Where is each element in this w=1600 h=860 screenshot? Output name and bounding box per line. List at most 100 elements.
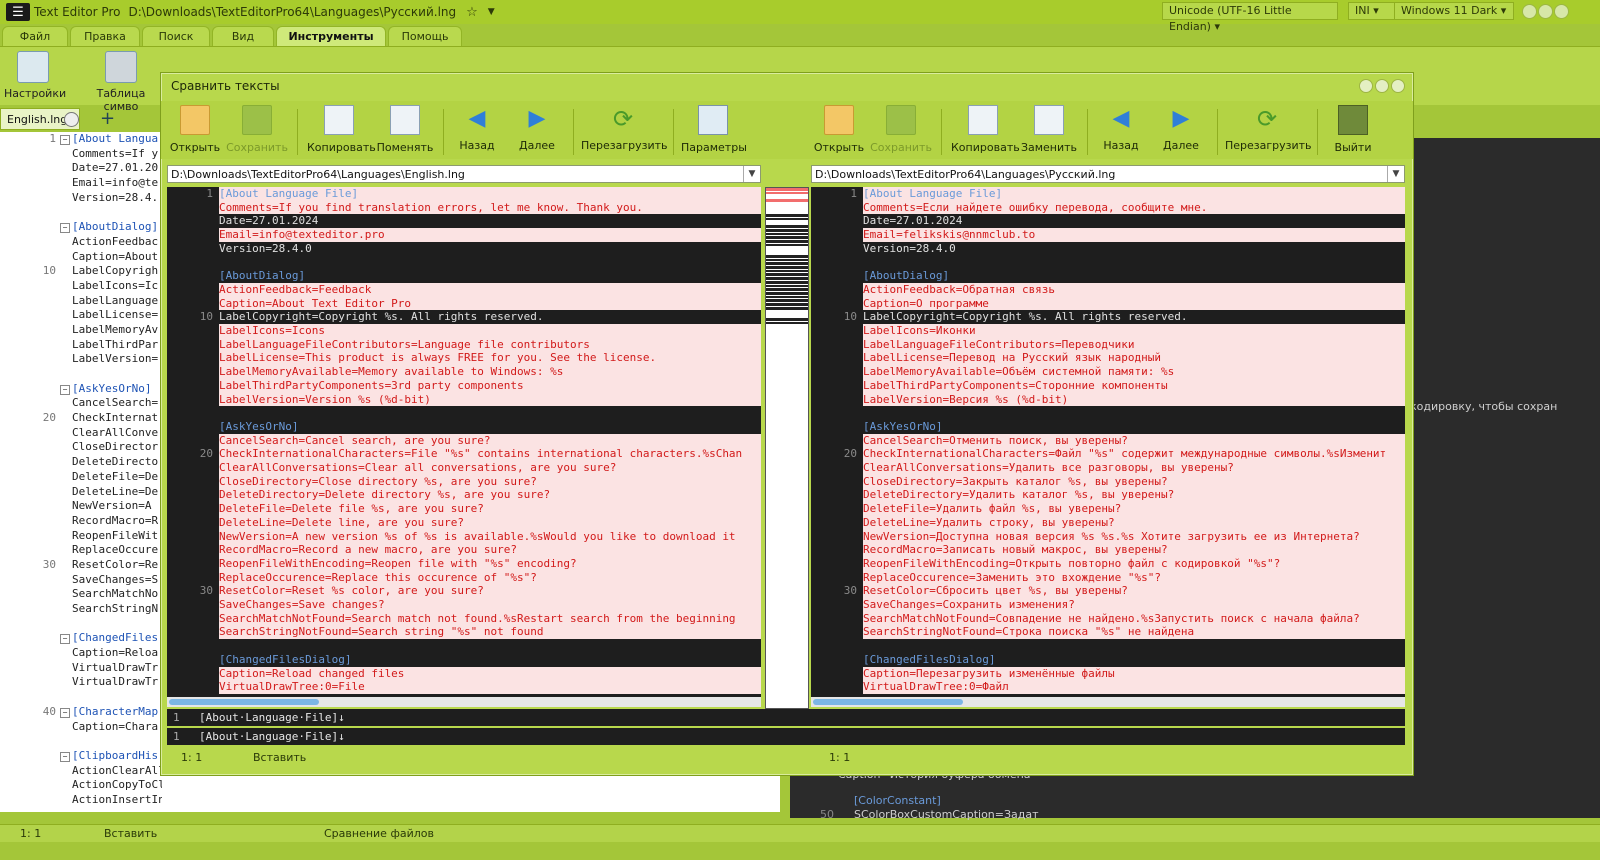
fold-toggle-icon[interactable]: −: [60, 634, 70, 645]
diff-marker[interactable]: [766, 280, 808, 284]
right-save-button[interactable]: Сохранить: [869, 105, 933, 154]
menu-view[interactable]: Вид: [212, 26, 274, 47]
dialog-status-bar: 1: 1 Вставить 1: 1: [167, 749, 1405, 767]
close-button[interactable]: [1554, 4, 1569, 19]
diff-marker[interactable]: [766, 273, 808, 277]
diff-marker[interactable]: [766, 217, 808, 221]
menu-search[interactable]: Поиск: [142, 26, 210, 47]
diff-marker[interactable]: [766, 240, 808, 243]
diff-line: SearchMatchNotFound=Совпадение не найден…: [811, 611, 1405, 626]
toolbar-separator: [941, 109, 942, 155]
diff-marker[interactable]: [766, 321, 808, 325]
right-replace-button[interactable]: Заменить: [1019, 105, 1079, 154]
editor-line: − [ClipboardHis: [0, 749, 162, 764]
background-editor: кодировку, чтобы сохран: [1410, 138, 1600, 818]
diff-marker[interactable]: [766, 299, 808, 303]
diff-marker[interactable]: [766, 236, 808, 239]
right-reload-button[interactable]: ⟳ Перезагрузить: [1225, 105, 1312, 152]
diff-marker[interactable]: [766, 284, 808, 288]
diff-marker[interactable]: [766, 214, 808, 217]
menu-file[interactable]: Файл: [2, 26, 68, 47]
chevron-down-icon[interactable]: ▼: [488, 7, 495, 17]
diff-marker[interactable]: [766, 288, 808, 291]
exit-button[interactable]: Выйти: [1327, 105, 1379, 154]
hamburger-menu-icon[interactable]: ☰: [6, 3, 30, 21]
left-back-button[interactable]: ◀ Назад: [453, 105, 501, 152]
left-reload-button[interactable]: ⟳ Перезагрузить: [581, 105, 668, 152]
right-next-button[interactable]: ▶ Далее: [1157, 105, 1205, 152]
fold-toggle-icon[interactable]: −: [60, 751, 70, 762]
left-open-button[interactable]: Открыть: [169, 105, 221, 154]
dialog-close-button[interactable]: [1391, 79, 1405, 93]
diff-overview-map[interactable]: [765, 187, 809, 709]
diff-line: LabelMemoryAvailable=Memory available to…: [167, 365, 761, 379]
left-compare-pane[interactable]: 1 [About Language File] Comments=If you fi…: [167, 187, 761, 707]
editor-line: SearchStringN: [72, 602, 159, 615]
editor-line: LabelVersion=: [72, 352, 159, 366]
maximize-button[interactable]: [1538, 4, 1553, 19]
main-editor[interactable]: 1− [About Langua Comments=If y Date=27.01.2…: [0, 132, 162, 808]
fold-toggle-icon[interactable]: −: [60, 707, 70, 718]
diff-marker[interactable]: [766, 243, 808, 247]
add-tab-icon[interactable]: +: [100, 108, 115, 130]
editor-line: NewVersion=A: [72, 499, 159, 513]
diff-marker[interactable]: [766, 318, 808, 321]
chevron-down-icon[interactable]: ▼: [743, 166, 760, 182]
encoding-select[interactable]: Unicode (UTF-16 Little Endian) ▾: [1162, 2, 1338, 33]
left-status-position: 1: 1: [181, 751, 203, 764]
left-save-button[interactable]: Сохранить: [225, 105, 289, 154]
diff-marker[interactable]: [766, 199, 808, 202]
left-path-select[interactable]: D:\Downloads\TextEditorPro64\Languages\E…: [167, 165, 761, 183]
diff-marker[interactable]: [766, 188, 808, 191]
diff-marker[interactable]: [766, 232, 808, 236]
char-table-button[interactable]: Таблица симво: [82, 51, 160, 113]
format-select[interactable]: INI ▾: [1348, 2, 1398, 20]
diff-marker[interactable]: [766, 262, 808, 265]
editor-line: 30 ResetColor=Re: [42, 557, 159, 571]
diff-line: ClearAllConversations=Удалить все разгов…: [811, 461, 1405, 475]
dialog-minimize-button[interactable]: [1359, 79, 1373, 93]
parameters-button[interactable]: Параметры: [681, 105, 747, 154]
menu-tools[interactable]: Инструменты: [276, 26, 386, 47]
minimize-button[interactable]: [1522, 4, 1537, 19]
left-next-button[interactable]: ▶ Далее: [513, 105, 561, 152]
diff-marker[interactable]: [766, 277, 808, 280]
right-compare-pane[interactable]: 1 [About Language File] Comments=Если найд…: [811, 187, 1405, 707]
dialog-maximize-button[interactable]: [1375, 79, 1389, 93]
scroll-thumb[interactable]: [813, 699, 963, 705]
diff-marker[interactable]: [766, 269, 808, 273]
right-open-button[interactable]: Открыть: [813, 105, 865, 154]
diff-marker[interactable]: [766, 228, 808, 232]
theme-select[interactable]: Windows 11 Dark ▾: [1394, 2, 1514, 20]
save-icon: [886, 105, 916, 135]
diff-line: 20 CheckInternationalCharacters=File "%s"…: [167, 447, 761, 461]
right-horizontal-scrollbar[interactable]: [811, 697, 1405, 707]
diff-marker[interactable]: [766, 225, 808, 228]
left-horizontal-scrollbar[interactable]: [167, 697, 761, 707]
close-tab-icon[interactable]: [64, 112, 79, 127]
fold-toggle-icon[interactable]: −: [60, 384, 70, 395]
parameters-icon: [698, 105, 728, 135]
right-back-button[interactable]: ◀ Назад: [1097, 105, 1145, 152]
chevron-down-icon[interactable]: ▼: [1387, 166, 1404, 182]
right-path-select[interactable]: D:\Downloads\TextEditorPro64\Languages\Р…: [811, 165, 1405, 183]
diff-marker[interactable]: [766, 266, 808, 269]
diff-marker[interactable]: [766, 258, 808, 262]
right-copy-button[interactable]: Копировать: [951, 105, 1020, 154]
menu-help[interactable]: Помощь: [388, 26, 462, 47]
diff-marker[interactable]: [766, 254, 808, 258]
left-swap-button[interactable]: Поменять: [375, 105, 435, 154]
left-copy-button[interactable]: Копировать: [307, 105, 376, 154]
diff-marker[interactable]: [766, 191, 808, 195]
star-icon[interactable]: ☆: [466, 5, 478, 20]
diff-marker[interactable]: [766, 295, 808, 299]
diff-marker[interactable]: [766, 292, 808, 295]
settings-button[interactable]: Настройки: [4, 51, 66, 100]
fold-toggle-icon[interactable]: −: [60, 135, 70, 145]
scroll-thumb[interactable]: [169, 699, 319, 705]
diff-marker[interactable]: [766, 306, 808, 310]
diff-marker[interactable]: [766, 303, 808, 306]
fold-toggle-icon[interactable]: −: [60, 223, 70, 234]
diff-line: 1 [About Language File]: [167, 187, 761, 201]
menu-edit[interactable]: Правка: [70, 26, 140, 47]
